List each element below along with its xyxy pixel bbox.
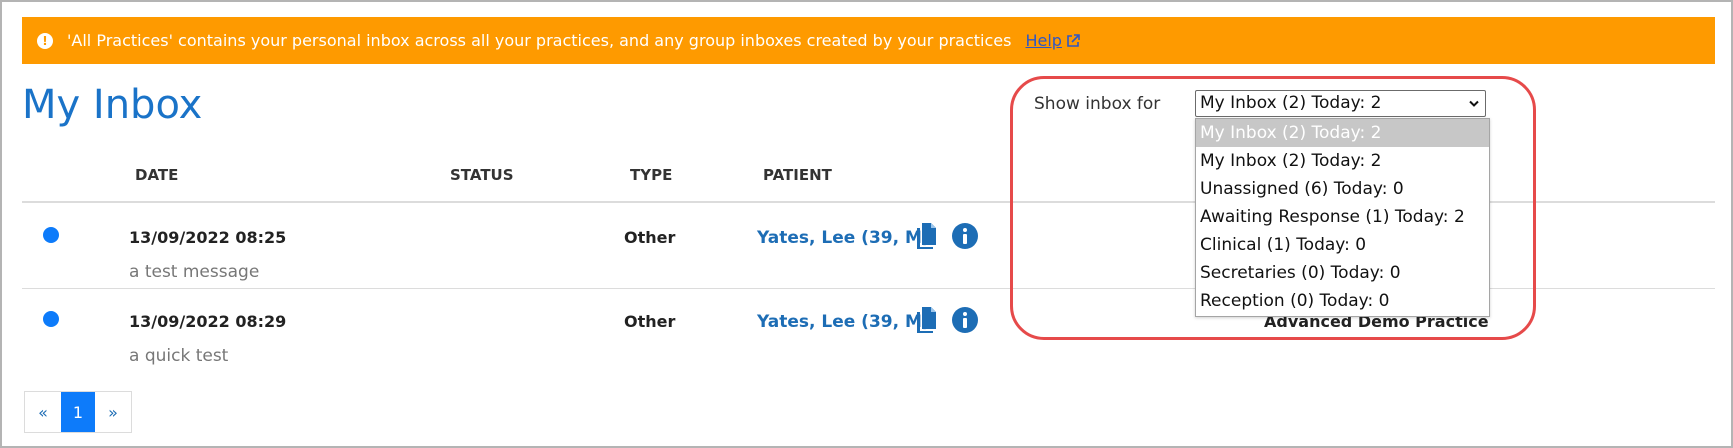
column-header-status[interactable]: STATUS <box>450 166 514 184</box>
pagination: « 1 » <box>24 391 132 433</box>
column-header-type[interactable]: TYPE <box>630 166 672 184</box>
inbox-screen: 'All Practices' contains your personal i… <box>0 0 1733 448</box>
annotation-highlight <box>1010 76 1536 340</box>
banner-message: 'All Practices' contains your personal i… <box>67 31 1012 50</box>
pagination-page-1[interactable]: 1 <box>61 392 95 432</box>
column-header-patient[interactable]: PATIENT <box>763 166 832 184</box>
document-copy-icon[interactable] <box>915 223 937 249</box>
message-subject: a quick test <box>129 346 229 366</box>
page-title: My Inbox <box>22 82 203 128</box>
message-date: 13/09/2022 08:25 <box>129 228 287 247</box>
message-type: Other <box>624 228 676 247</box>
patient-link[interactable]: Yates, Lee (39, M) <box>757 228 930 248</box>
unread-dot-icon <box>43 311 59 327</box>
help-label: Help <box>1025 31 1062 50</box>
unread-dot-icon <box>43 227 59 243</box>
pagination-prev[interactable]: « <box>25 392 61 432</box>
patient-link[interactable]: Yates, Lee (39, M) <box>757 312 930 332</box>
info-circle-icon[interactable] <box>952 223 978 249</box>
message-subject: a test message <box>129 262 260 282</box>
column-header-date[interactable]: DATE <box>135 166 178 184</box>
warning-circle-icon <box>37 32 53 49</box>
info-circle-icon[interactable] <box>952 307 978 333</box>
message-type: Other <box>624 312 676 331</box>
message-date: 13/09/2022 08:29 <box>129 312 287 331</box>
pagination-next[interactable]: » <box>95 392 131 432</box>
external-link-icon <box>1067 33 1080 47</box>
help-link[interactable]: Help <box>1025 31 1080 50</box>
info-banner: 'All Practices' contains your personal i… <box>22 17 1715 64</box>
document-copy-icon[interactable] <box>915 307 937 333</box>
